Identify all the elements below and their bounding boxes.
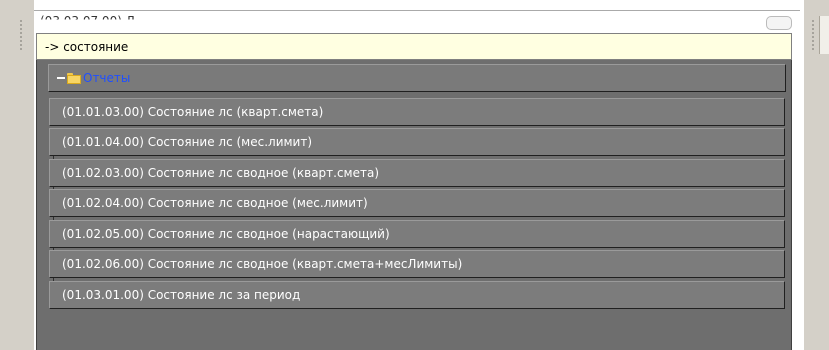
- adjacent-panel-edge: [819, 16, 829, 54]
- tree-item-label: (01.01.03.00) Состояние лс (кварт.смета): [62, 105, 324, 119]
- tree-item-row[interactable]: (01.02.05.00) Состояние лс сводное (нара…: [49, 220, 785, 248]
- tree-item-label: (01.01.04.00) Состояние лс (мес.лимит): [62, 135, 313, 149]
- tree-item-row[interactable]: (01.02.06.00) Состояние лс сводное (квар…: [49, 250, 785, 278]
- tree-item-label: (01.02.03.00) Состояние лс сводное (квар…: [62, 166, 380, 180]
- tree-item-label: (01.03.01.00) Состояние лс за период: [62, 288, 301, 302]
- tree-item-row[interactable]: (01.03.01.00) Состояние лс за период: [49, 281, 785, 309]
- folder-icon: [67, 73, 81, 84]
- search-bar[interactable]: [36, 33, 792, 60]
- tree-item-label: (01.02.04.00) Состояние лс сводное (мес.…: [62, 196, 368, 210]
- collapse-minus-icon[interactable]: [57, 77, 65, 79]
- tree-item-row[interactable]: (01.02.03.00) Состояние лс сводное (квар…: [49, 159, 785, 187]
- combo-dropdown-button[interactable]: [766, 16, 792, 30]
- left-grip-handle[interactable]: [18, 18, 26, 52]
- right-grip-handle[interactable]: [810, 18, 818, 52]
- search-input[interactable]: [37, 34, 791, 59]
- tree-item-row[interactable]: (01.01.03.00) Состояние лс (кварт.смета): [49, 98, 785, 126]
- tree-item-row[interactable]: (01.02.04.00) Состояние лс сводное (мес.…: [49, 189, 785, 217]
- dropdown-tree-panel: Отчеты (01.01.03.00) Состояние лс (кварт…: [36, 60, 792, 350]
- tree-item-row[interactable]: (01.01.04.00) Состояние лс (мес.лимит): [49, 128, 785, 156]
- folder-label: Отчеты: [83, 71, 131, 85]
- tree-item-label: (01.02.06.00) Состояние лс сводное (квар…: [62, 257, 463, 271]
- tree-item-label: (01.02.05.00) Состояние лс сводное (нара…: [62, 227, 390, 241]
- tree-folder-row[interactable]: Отчеты: [48, 64, 786, 92]
